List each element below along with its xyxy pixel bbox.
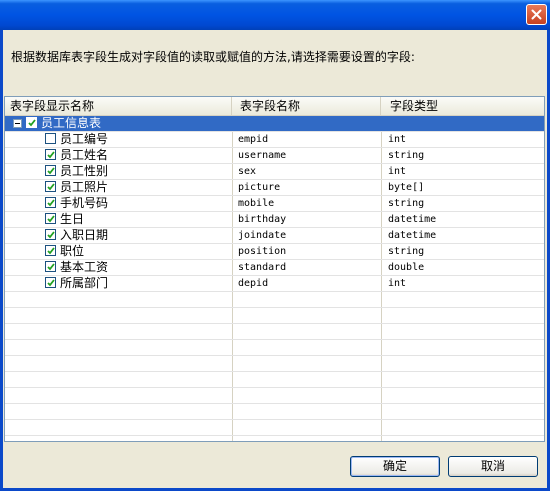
field-name-cell: mobile — [238, 198, 275, 209]
display-name-cell: 基本工资 — [60, 260, 109, 274]
column-header-field-name[interactable]: 表字段名称 — [232, 97, 381, 115]
empty-row — [5, 372, 544, 388]
table-row[interactable]: 基本工资 standard double — [5, 260, 544, 276]
field-name-cell: joindate — [238, 230, 287, 241]
display-name-cell: 入职日期 — [60, 228, 109, 242]
field-checkbox[interactable] — [45, 197, 56, 208]
field-type-cell: datetime — [388, 230, 437, 241]
grid-rows: 员工信息表 员工编号 empid int 员工姓名 username string 员工性别… — [5, 116, 544, 441]
display-name-cell: 员工编号 — [60, 132, 109, 146]
field-type-cell: datetime — [388, 214, 437, 225]
field-name-cell: depid — [238, 278, 269, 289]
empty-row — [5, 340, 544, 356]
empty-row — [5, 292, 544, 308]
table-row[interactable]: 手机号码 mobile string — [5, 196, 544, 212]
display-name-cell: 所属部门 — [60, 276, 109, 290]
table-row[interactable]: 所属部门 depid int — [5, 276, 544, 292]
check-icon — [28, 119, 36, 127]
close-button[interactable] — [526, 4, 547, 25]
field-checkbox[interactable] — [45, 277, 56, 288]
display-name-cell: 生日 — [60, 212, 85, 226]
field-checkbox[interactable] — [45, 149, 56, 160]
empty-row — [5, 420, 544, 436]
empty-row — [5, 388, 544, 404]
cancel-button[interactable]: 取消 — [448, 456, 538, 477]
check-icon — [47, 247, 55, 255]
field-name-cell: empid — [238, 134, 269, 145]
grid-header: 表字段显示名称 表字段名称 字段类型 — [5, 97, 544, 116]
empty-row — [5, 308, 544, 324]
check-icon — [47, 279, 55, 287]
field-name-cell: sex — [238, 166, 257, 177]
table-row[interactable]: 员工照片 picture byte[] — [5, 180, 544, 196]
field-checkbox[interactable] — [45, 213, 56, 224]
field-type-cell: int — [388, 166, 407, 177]
display-name-cell: 员工姓名 — [60, 148, 109, 162]
field-type-cell: byte[] — [388, 182, 425, 193]
field-name-cell: standard — [238, 262, 287, 273]
table-row[interactable]: 职位 position string — [5, 244, 544, 260]
field-name-cell: username — [238, 150, 287, 161]
table-row[interactable]: 生日 birthday datetime — [5, 212, 544, 228]
field-grid[interactable]: 表字段显示名称 表字段名称 字段类型 员工信息表 员工编号 empid int 员工姓… — [4, 96, 545, 442]
field-type-cell: string — [388, 198, 425, 209]
field-type-cell: double — [388, 262, 425, 273]
close-icon — [531, 9, 542, 20]
table-row[interactable]: 员工姓名 username string — [5, 148, 544, 164]
check-icon — [47, 263, 55, 271]
group-row[interactable]: 员工信息表 — [5, 116, 544, 132]
field-type-cell: int — [388, 134, 407, 145]
display-name-cell: 员工性别 — [60, 164, 109, 178]
field-type-cell: string — [388, 150, 425, 161]
field-name-cell: picture — [238, 182, 281, 193]
field-type-cell: string — [388, 246, 425, 257]
display-name-cell: 员工照片 — [60, 180, 109, 194]
check-icon — [47, 183, 55, 191]
empty-row — [5, 404, 544, 420]
field-checkbox[interactable] — [45, 133, 56, 144]
window-frame-left — [0, 30, 3, 491]
check-icon — [47, 215, 55, 223]
ok-button[interactable]: 确定 — [350, 456, 440, 477]
instruction-text: 根据数据库表字段生成对字段值的读取或赋值的方法,请选择需要设置的字段: — [11, 50, 415, 64]
field-checkbox[interactable] — [45, 181, 56, 192]
field-name-cell: position — [238, 246, 287, 257]
table-row[interactable]: 入职日期 joindate datetime — [5, 228, 544, 244]
group-checkbox[interactable] — [26, 117, 37, 128]
display-name-cell: 手机号码 — [60, 196, 109, 210]
check-icon — [47, 167, 55, 175]
check-icon — [47, 151, 55, 159]
title-bar[interactable] — [0, 0, 550, 30]
empty-row — [5, 436, 544, 441]
table-row[interactable]: 员工性别 sex int — [5, 164, 544, 180]
minus-expander-icon[interactable] — [13, 119, 22, 128]
field-type-cell: int — [388, 278, 407, 289]
table-row[interactable]: 员工编号 empid int — [5, 132, 544, 148]
display-name-cell: 职位 — [60, 244, 85, 258]
column-header-field-type[interactable]: 字段类型 — [381, 97, 544, 115]
empty-row — [5, 324, 544, 340]
field-checkbox[interactable] — [45, 261, 56, 272]
check-icon — [47, 199, 55, 207]
field-name-cell: birthday — [238, 214, 287, 225]
column-header-display-name[interactable]: 表字段显示名称 — [5, 97, 232, 115]
field-checkbox[interactable] — [45, 229, 56, 240]
group-label: 员工信息表 — [41, 116, 102, 130]
empty-row — [5, 356, 544, 372]
field-checkbox[interactable] — [45, 245, 56, 256]
check-icon — [47, 231, 55, 239]
field-checkbox[interactable] — [45, 165, 56, 176]
